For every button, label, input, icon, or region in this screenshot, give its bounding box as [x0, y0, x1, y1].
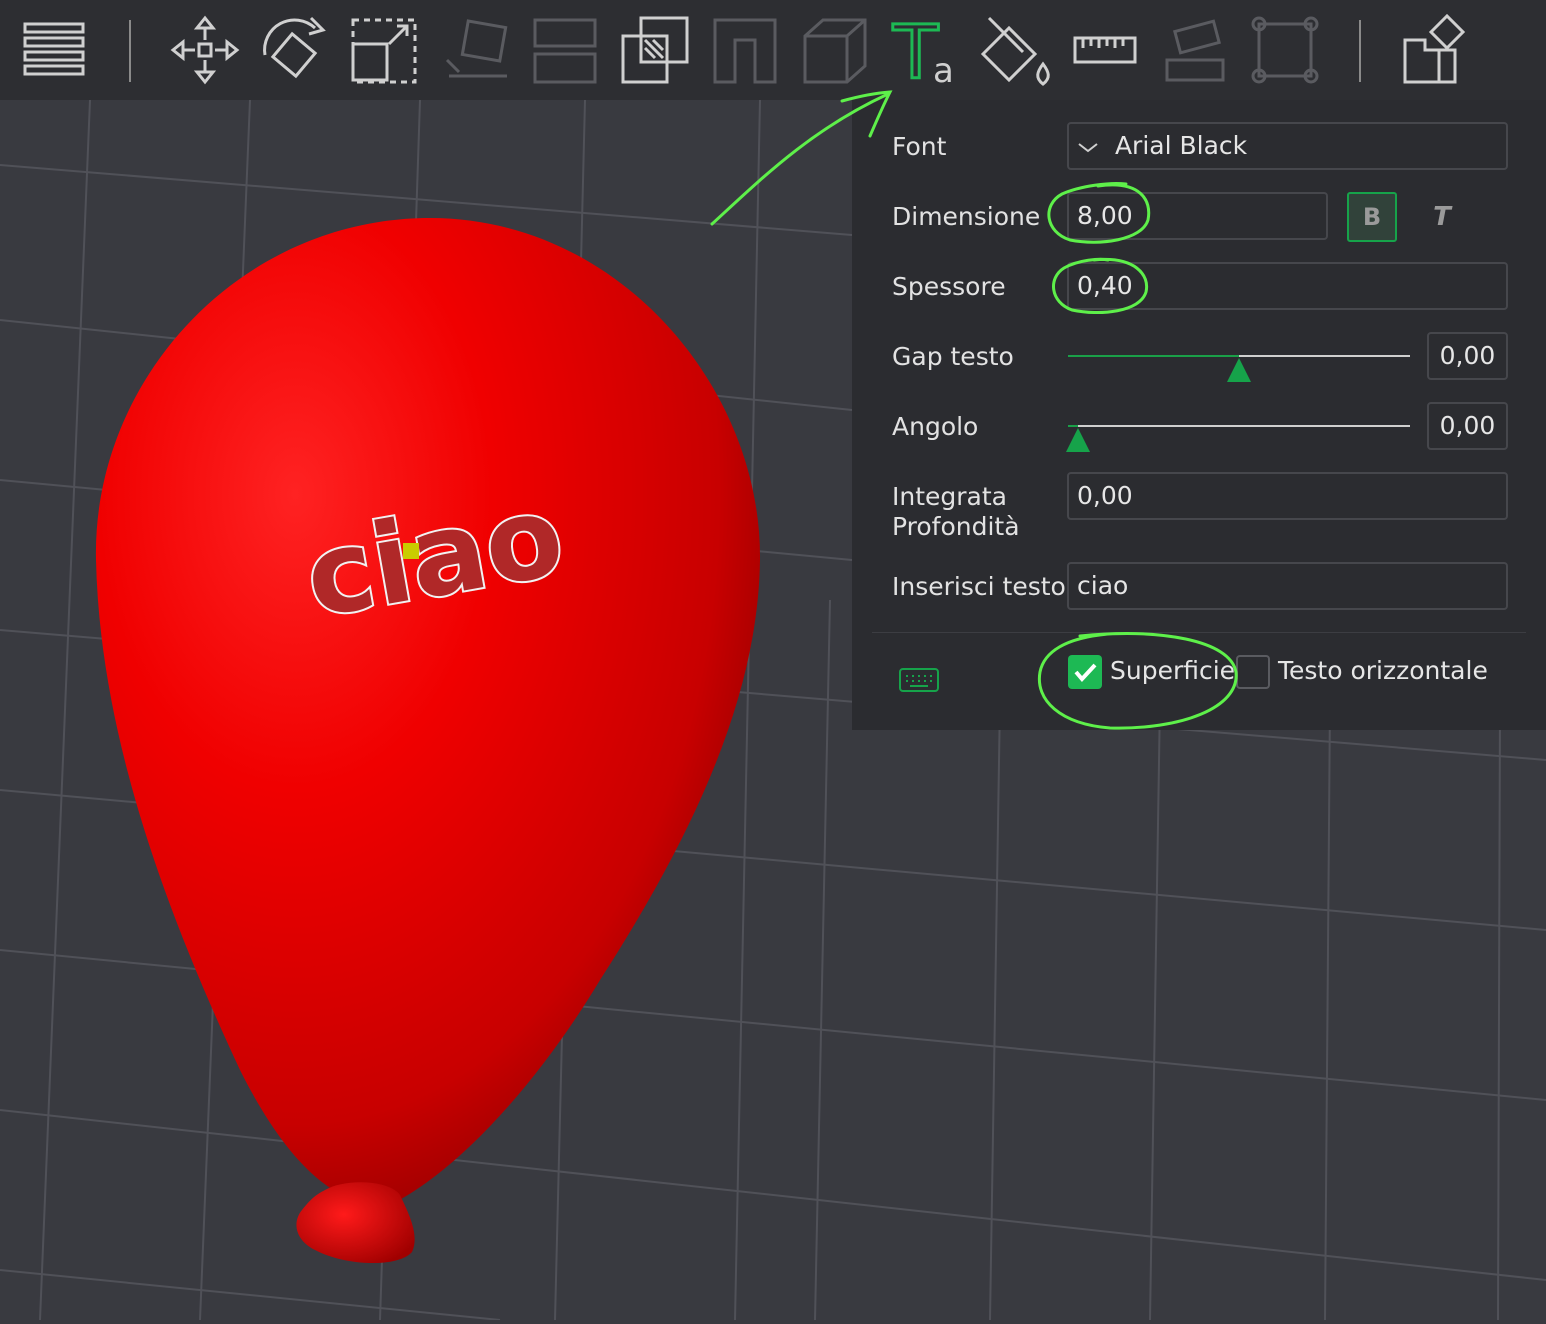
frame-icon[interactable]	[1245, 10, 1325, 90]
toolbar-separator	[129, 20, 131, 82]
menu-icon[interactable]	[15, 10, 95, 90]
balloon-model	[95, 218, 761, 1206]
gap-value-input[interactable]: 0,00	[1427, 332, 1508, 380]
depth-input[interactable]: 0,00	[1067, 472, 1508, 520]
text-input-label: Inserisci testo	[892, 572, 1066, 601]
ruler-icon[interactable]	[1065, 10, 1145, 90]
assembly-icon[interactable]	[1155, 10, 1235, 90]
balloon-knot	[296, 1182, 415, 1264]
puzzle-icon[interactable]	[1395, 10, 1475, 90]
gap-slider-fill	[1068, 355, 1239, 357]
boolean-icon[interactable]	[615, 10, 695, 90]
surface-label: Superficie	[1110, 656, 1236, 685]
svg-text:a: a	[933, 51, 954, 90]
thickness-input[interactable]: 0,40	[1067, 262, 1508, 310]
lay-flat-icon[interactable]	[435, 10, 515, 90]
checkmark-icon	[1074, 663, 1097, 683]
paint-bucket-icon[interactable]	[975, 10, 1055, 90]
gap-label: Gap testo	[892, 342, 1014, 371]
chevron-down-icon	[1077, 124, 1107, 168]
size-label: Dimensione	[892, 202, 1041, 231]
hollow-icon[interactable]	[705, 10, 785, 90]
horizontal-text-checkbox[interactable]	[1236, 655, 1270, 689]
text-properties-panel: Font Arial Black Dimensione 8,00 B T Spe…	[852, 100, 1546, 730]
font-select-value: Arial Black	[1114, 131, 1248, 160]
toolbar-separator	[1359, 20, 1361, 82]
surface-checkbox[interactable]	[1068, 655, 1102, 689]
angle-value-input[interactable]: 0,00	[1427, 402, 1508, 450]
font-select[interactable]: Arial Black	[1067, 122, 1508, 170]
depth-label-line2: Profondità	[892, 512, 1020, 541]
text-input[interactable]: ciao	[1067, 562, 1508, 610]
gap-slider-thumb[interactable]	[1227, 358, 1251, 382]
angle-slider-track[interactable]	[1068, 425, 1410, 427]
scale-icon[interactable]	[345, 10, 425, 90]
rotate-icon[interactable]	[255, 10, 335, 90]
text-anchor-handle	[403, 543, 419, 559]
depth-label-line1: Integrata	[892, 482, 1007, 511]
svg-text:T: T	[892, 10, 939, 90]
horizontal-text-label: Testo orizzontale	[1278, 656, 1488, 685]
text-tool-icon[interactable]: T a	[885, 9, 965, 98]
panel-divider	[872, 632, 1526, 633]
italic-button[interactable]: T	[1422, 192, 1462, 242]
keyboard-icon[interactable]	[898, 666, 940, 698]
angle-label: Angolo	[892, 412, 979, 441]
angle-slider-thumb[interactable]	[1066, 428, 1091, 452]
box-icon[interactable]	[795, 10, 875, 90]
main-toolbar: T a	[0, 0, 1546, 100]
font-label: Font	[892, 132, 947, 161]
split-icon[interactable]	[525, 10, 605, 90]
thickness-label: Spessore	[892, 272, 1006, 301]
angle-slider-fill	[1068, 425, 1079, 427]
bold-button[interactable]: B	[1347, 192, 1397, 242]
size-input[interactable]: 8,00	[1067, 192, 1328, 240]
move-icon[interactable]	[165, 10, 245, 90]
